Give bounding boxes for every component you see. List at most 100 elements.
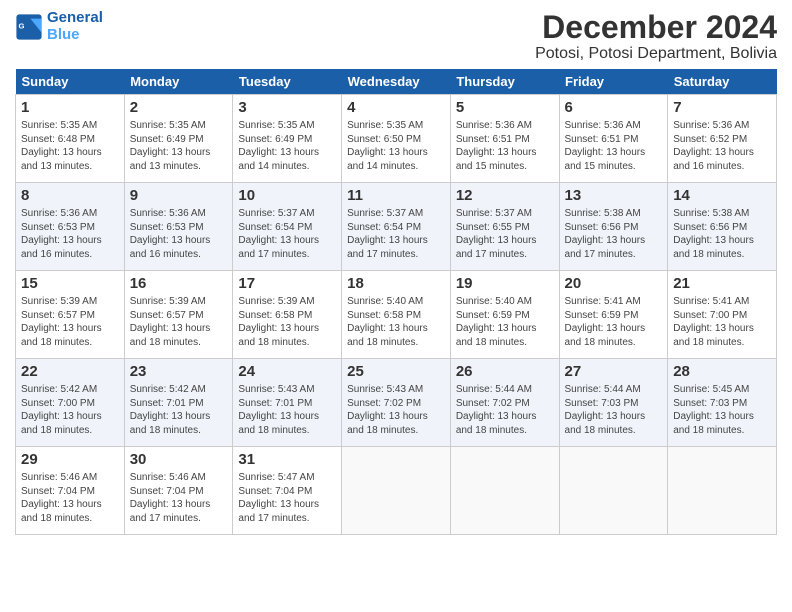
table-row: 3Sunrise: 5:35 AMSunset: 6:49 PMDaylight… [233,95,342,183]
day-number: 25 [347,362,445,382]
table-row: 28Sunrise: 5:45 AMSunset: 7:03 PMDayligh… [668,359,777,447]
day-number: 29 [21,450,119,470]
table-row: 11Sunrise: 5:37 AMSunset: 6:54 PMDayligh… [342,183,451,271]
day-info: Sunrise: 5:40 AMSunset: 6:59 PMDaylight:… [456,295,554,349]
title-area: December 2024 Potosi, Potosi Department,… [535,10,777,63]
day-number: 7 [673,98,771,118]
day-number: 27 [565,362,663,382]
day-number: 4 [347,98,445,118]
table-row: 23Sunrise: 5:42 AMSunset: 7:01 PMDayligh… [124,359,233,447]
day-info: Sunrise: 5:46 AMSunset: 7:04 PMDaylight:… [130,471,228,525]
day-info: Sunrise: 5:38 AMSunset: 6:56 PMDaylight:… [565,207,663,261]
table-row: 19Sunrise: 5:40 AMSunset: 6:59 PMDayligh… [450,271,559,359]
day-number: 23 [130,362,228,382]
header-thursday: Thursday [450,69,559,95]
table-row [668,447,777,535]
day-info: Sunrise: 5:41 AMSunset: 7:00 PMDaylight:… [673,295,771,349]
day-info: Sunrise: 5:40 AMSunset: 6:58 PMDaylight:… [347,295,445,349]
day-info: Sunrise: 5:36 AMSunset: 6:51 PMDaylight:… [456,119,554,173]
day-info: Sunrise: 5:41 AMSunset: 6:59 PMDaylight:… [565,295,663,349]
day-info: Sunrise: 5:44 AMSunset: 7:02 PMDaylight:… [456,383,554,437]
calendar-week-row: 8Sunrise: 5:36 AMSunset: 6:53 PMDaylight… [16,183,777,271]
table-row: 14Sunrise: 5:38 AMSunset: 6:56 PMDayligh… [668,183,777,271]
day-number: 20 [565,274,663,294]
day-info: Sunrise: 5:39 AMSunset: 6:58 PMDaylight:… [238,295,336,349]
day-number: 16 [130,274,228,294]
calendar-week-row: 22Sunrise: 5:42 AMSunset: 7:00 PMDayligh… [16,359,777,447]
day-number: 11 [347,186,445,206]
day-info: Sunrise: 5:35 AMSunset: 6:50 PMDaylight:… [347,119,445,173]
table-row: 20Sunrise: 5:41 AMSunset: 6:59 PMDayligh… [559,271,668,359]
day-info: Sunrise: 5:46 AMSunset: 7:04 PMDaylight:… [21,471,119,525]
day-number: 13 [565,186,663,206]
table-row: 2Sunrise: 5:35 AMSunset: 6:49 PMDaylight… [124,95,233,183]
day-info: Sunrise: 5:45 AMSunset: 7:03 PMDaylight:… [673,383,771,437]
table-row: 25Sunrise: 5:43 AMSunset: 7:02 PMDayligh… [342,359,451,447]
day-number: 22 [21,362,119,382]
table-row: 22Sunrise: 5:42 AMSunset: 7:00 PMDayligh… [16,359,125,447]
table-row: 21Sunrise: 5:41 AMSunset: 7:00 PMDayligh… [668,271,777,359]
table-row: 27Sunrise: 5:44 AMSunset: 7:03 PMDayligh… [559,359,668,447]
table-row: 10Sunrise: 5:37 AMSunset: 6:54 PMDayligh… [233,183,342,271]
day-number: 9 [130,186,228,206]
header-saturday: Saturday [668,69,777,95]
calendar-header-row: Sunday Monday Tuesday Wednesday Thursday… [16,69,777,95]
day-info: Sunrise: 5:39 AMSunset: 6:57 PMDaylight:… [130,295,228,349]
table-row: 30Sunrise: 5:46 AMSunset: 7:04 PMDayligh… [124,447,233,535]
day-info: Sunrise: 5:44 AMSunset: 7:03 PMDaylight:… [565,383,663,437]
header-wednesday: Wednesday [342,69,451,95]
day-number: 5 [456,98,554,118]
day-info: Sunrise: 5:35 AMSunset: 6:48 PMDaylight:… [21,119,119,173]
table-row [450,447,559,535]
day-info: Sunrise: 5:43 AMSunset: 7:02 PMDaylight:… [347,383,445,437]
day-number: 19 [456,274,554,294]
day-number: 21 [673,274,771,294]
table-row: 9Sunrise: 5:36 AMSunset: 6:53 PMDaylight… [124,183,233,271]
calendar-week-row: 15 Sunrise: 5:39 AMSunset: 6:57 PMDayligh… [16,271,777,359]
header: G General Blue December 2024 Potosi, Pot… [15,10,777,63]
day-info: Sunrise: 5:42 AMSunset: 7:00 PMDaylight:… [21,383,119,437]
logo-text: General Blue [47,10,103,43]
location-title: Potosi, Potosi Department, Bolivia [535,45,777,63]
header-sunday: Sunday [16,69,125,95]
day-number: 2 [130,98,228,118]
calendar-week-row: 29Sunrise: 5:46 AMSunset: 7:04 PMDayligh… [16,447,777,535]
table-row: 15Sunrise: 5:39 AMSunset: 6:57 PMDayligh… [16,271,125,359]
table-row: 5Sunrise: 5:36 AMSunset: 6:51 PMDaylight… [450,95,559,183]
day-number: 8 [21,186,119,206]
table-row: 17Sunrise: 5:39 AMSunset: 6:58 PMDayligh… [233,271,342,359]
header-friday: Friday [559,69,668,95]
table-row [559,447,668,535]
day-number: 31 [238,450,336,470]
table-row: 4Sunrise: 5:35 AMSunset: 6:50 PMDaylight… [342,95,451,183]
table-row: 8Sunrise: 5:36 AMSunset: 6:53 PMDaylight… [16,183,125,271]
table-row: 7Sunrise: 5:36 AMSunset: 6:52 PMDaylight… [668,95,777,183]
month-title: December 2024 [535,10,777,45]
table-row: 24Sunrise: 5:43 AMSunset: 7:01 PMDayligh… [233,359,342,447]
table-row: 31Sunrise: 5:47 AMSunset: 7:04 PMDayligh… [233,447,342,535]
day-info: Sunrise: 5:37 AMSunset: 6:55 PMDaylight:… [456,207,554,261]
day-number: 3 [238,98,336,118]
day-number: 10 [238,186,336,206]
table-row: 12Sunrise: 5:37 AMSunset: 6:55 PMDayligh… [450,183,559,271]
day-number: 18 [347,274,445,294]
day-number: 1 [21,98,119,118]
day-number: 12 [456,186,554,206]
table-row: 29Sunrise: 5:46 AMSunset: 7:04 PMDayligh… [16,447,125,535]
logo: G General Blue [15,10,103,43]
table-row: 18Sunrise: 5:40 AMSunset: 6:58 PMDayligh… [342,271,451,359]
table-row: 1Sunrise: 5:35 AMSunset: 6:48 PMDaylight… [16,95,125,183]
day-info: Sunrise: 5:36 AMSunset: 6:52 PMDaylight:… [673,119,771,173]
logo-line2: Blue [47,27,103,44]
day-number: 28 [673,362,771,382]
day-info: Sunrise: 5:37 AMSunset: 6:54 PMDaylight:… [238,207,336,261]
logo-line1: General [47,10,103,27]
day-info: Sunrise: 5:42 AMSunset: 7:01 PMDaylight:… [130,383,228,437]
calendar-table: Sunday Monday Tuesday Wednesday Thursday… [15,69,777,535]
day-info: Sunrise: 5:36 AMSunset: 6:51 PMDaylight:… [565,119,663,173]
day-number: 14 [673,186,771,206]
day-number: 15 [21,274,119,294]
day-info: Sunrise: 5:35 AMSunset: 6:49 PMDaylight:… [238,119,336,173]
day-number: 26 [456,362,554,382]
day-info: Sunrise: 5:47 AMSunset: 7:04 PMDaylight:… [238,471,336,525]
